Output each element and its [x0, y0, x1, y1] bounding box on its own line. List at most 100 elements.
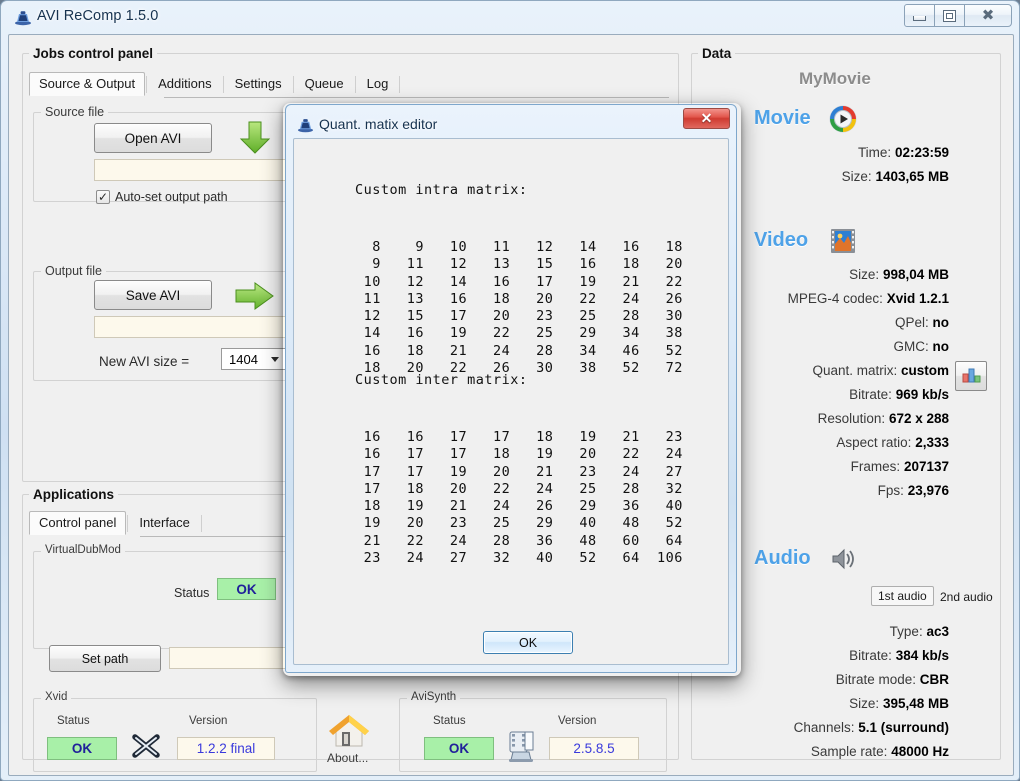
open-avi-button[interactable]: Open AVI — [94, 123, 212, 153]
video-gmc-value: no — [932, 339, 950, 354]
tab-log[interactable]: Log — [357, 72, 399, 96]
autoset-output-path-checkbox[interactable]: ✓ — [96, 190, 110, 204]
video-gmc-key: GMC: — [893, 339, 929, 354]
xvid-group — [33, 698, 317, 772]
applications-title: Applications — [29, 487, 119, 502]
autoset-output-path-label: Auto-set output path — [115, 190, 228, 204]
audio-sample-rate-value: 48000 Hz — [891, 744, 949, 759]
maximize-button[interactable] — [934, 4, 965, 27]
avisynth-title: AviSynth — [407, 691, 461, 703]
dialog-title: Quant. matix editor — [319, 116, 438, 132]
intra-matrix-grid: 8 9 10 11 12 14 16 18 9 11 12 13 15 16 1… — [363, 239, 683, 377]
tab-separator — [200, 515, 202, 532]
minimize-button[interactable] — [904, 4, 935, 27]
new-avi-size-combo[interactable]: 1404 — [221, 348, 288, 370]
media-player-icon — [829, 105, 857, 138]
video-resolution-value: 672 x 288 — [888, 411, 949, 426]
video-quant-matrix-value: custom — [900, 363, 949, 378]
video-frames-value: 207137 — [903, 459, 949, 474]
tab-separator — [146, 76, 148, 93]
chevron-down-icon — [271, 357, 279, 362]
tab-interface[interactable]: Interface — [129, 511, 200, 535]
maximize-icon — [943, 9, 956, 22]
save-avi-button[interactable]: Save AVI — [94, 280, 212, 310]
video-aspect-ratio-key: Aspect ratio: — [836, 435, 912, 450]
tab-control-panel[interactable]: Control panel — [29, 511, 127, 535]
avirecomp-icon — [297, 117, 314, 133]
inter-matrix-grid: 16 16 17 17 18 19 21 23 16 17 17 18 19 2… — [363, 429, 683, 567]
jobs-tab-underline — [164, 97, 669, 98]
movie-size-key: Size: — [841, 169, 872, 184]
home-icon[interactable] — [324, 708, 374, 757]
green-down-arrow-icon — [237, 119, 273, 162]
movie-section-heading: Movie — [754, 107, 811, 129]
audio-row: Channels: 5.1 (surround) — [669, 720, 949, 735]
movie-time-row: Time: 02:23:59 — [709, 145, 949, 160]
intra-matrix-label: Custom intra matrix: — [355, 182, 528, 198]
tab-separator — [292, 76, 294, 93]
dialog-close-button[interactable]: ✕ — [683, 108, 730, 129]
movie-name: MyMovie — [799, 69, 871, 88]
tab-source-output[interactable]: Source & Output — [29, 72, 146, 96]
video-quant-matrix-key: Quant. matrix: — [812, 363, 898, 378]
video-codec-key: MPEG-4 codec: — [787, 291, 883, 306]
tab-settings[interactable]: Settings — [225, 72, 292, 96]
video-size-value: 998,04 MB — [882, 267, 949, 282]
audio-size-key: Size: — [849, 696, 880, 711]
audio-bitrate-value: 384 kb/s — [895, 648, 949, 663]
avisynth-status-label: Status — [433, 715, 466, 727]
tab-separator — [127, 515, 129, 532]
virtualdubmod-status-badge: OK — [217, 578, 276, 600]
audio-bitrate-key: Bitrate: — [849, 648, 892, 663]
video-bitrate-key: Bitrate: — [849, 387, 892, 402]
movie-time-key: Time: — [857, 145, 892, 160]
virtualdubmod-status-label: Status — [174, 586, 210, 600]
new-avi-size-label: New AVI size = — [99, 354, 190, 369]
minimize-icon — [913, 15, 926, 21]
close-button[interactable]: ✖ — [964, 4, 1012, 27]
movie-size-value: 1403,65 MB — [875, 169, 949, 184]
window-title: AVI ReComp 1.5.0 — [37, 8, 159, 24]
audio-bitrate-mode-value: CBR — [919, 672, 949, 687]
dialog-body: Custom intra matrix: 8 9 10 11 12 14 16 … — [293, 138, 729, 665]
video-aspect-ratio-value: 2,333 — [915, 435, 949, 450]
audio-type-key: Type: — [889, 624, 923, 639]
quant-matrix-editor-button[interactable] — [955, 361, 987, 391]
film-strip-icon — [829, 227, 857, 260]
audio-track-tab-2nd[interactable]: 2nd audio — [934, 588, 999, 606]
xvid-status-label: Status — [57, 715, 90, 727]
tab-separator — [354, 76, 356, 93]
video-fps-value: 23,976 — [907, 483, 949, 498]
audio-section-heading: Audio — [754, 547, 811, 569]
applications-tabstrip: Control panel Interface — [29, 511, 203, 535]
audio-sample-rate-key: Sample rate: — [810, 744, 888, 759]
video-codec-value: Xvid 1.2.1 — [886, 291, 949, 306]
audio-track-tab-1st[interactable]: 1st audio — [871, 586, 934, 606]
avirecomp-icon — [14, 9, 32, 26]
video-section-heading: Video — [754, 229, 809, 251]
tab-additions[interactable]: Additions — [148, 72, 221, 96]
avisynth-status-badge: OK — [424, 737, 494, 760]
virtualdubmod-set-path-button[interactable]: Set path — [49, 645, 161, 672]
jobs-control-panel-title: Jobs control panel — [29, 46, 158, 61]
virtualdubmod-title: VirtualDubMod — [41, 544, 125, 556]
inter-matrix-label: Custom inter matrix: — [355, 372, 528, 388]
tab-queue[interactable]: Queue — [295, 72, 354, 96]
audio-row: Bitrate mode: CBR — [669, 672, 949, 687]
xvid-version-label: Version — [189, 715, 228, 727]
window-controls: ✖ — [904, 4, 1012, 27]
close-icon: ✖ — [981, 6, 995, 24]
about-label[interactable]: About... — [327, 751, 368, 765]
source-file-title: Source file — [41, 105, 109, 119]
audio-channels-key: Channels: — [793, 720, 855, 735]
audio-channels-value: 5.1 (surround) — [858, 720, 949, 735]
audio-row: Size: 395,48 MB — [669, 696, 949, 711]
tab-separator — [399, 76, 401, 93]
dialog-ok-button[interactable]: OK — [483, 631, 573, 654]
video-resolution-key: Resolution: — [817, 411, 886, 426]
audio-bitrate-mode-key: Bitrate mode: — [835, 672, 916, 687]
avisynth-icon — [503, 726, 539, 769]
audio-type-value: ac3 — [926, 624, 949, 639]
avisynth-version-label: Version — [558, 715, 597, 727]
jobs-tabstrip: Source & Output Additions Settings Queue… — [29, 72, 401, 96]
